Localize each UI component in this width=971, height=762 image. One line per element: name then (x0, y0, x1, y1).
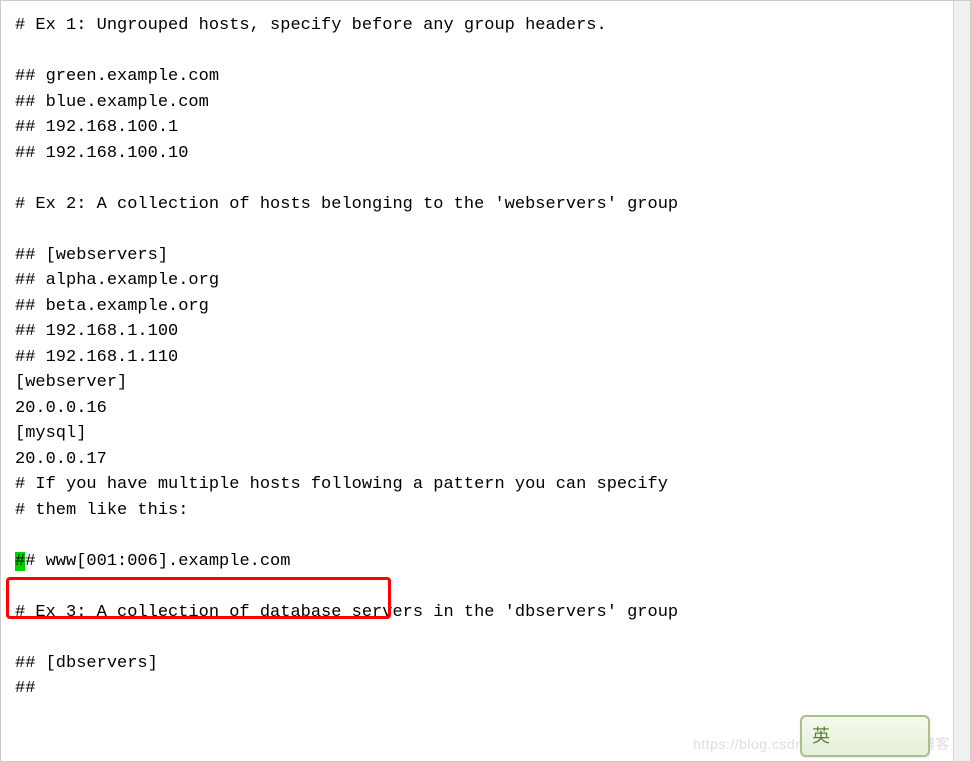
code-line: 20.0.0.17 (15, 450, 107, 469)
code-line: ## green.example.com (15, 67, 219, 86)
code-line: # Ex 1: Ungrouped hosts, specify before … (15, 16, 607, 35)
code-line: [webserver] (15, 373, 127, 392)
code-line: # www[001:006].example.com (25, 552, 290, 571)
code-line: ## [dbservers] (15, 654, 158, 673)
code-line: [mysql] (15, 424, 86, 443)
ime-mode-char: 英 (812, 723, 830, 750)
code-line: ## beta.example.org (15, 297, 209, 316)
code-line: ## blue.example.com (15, 93, 209, 112)
code-line: 20.0.0.16 (15, 399, 107, 418)
code-line: ## alpha.example.org (15, 271, 219, 290)
code-line: # Ex 3: A collection of database servers… (15, 603, 678, 622)
code-line: ## 192.168.1.110 (15, 348, 178, 367)
code-line: ## [webservers] (15, 246, 168, 265)
code-line: ## 192.168.100.1 (15, 118, 178, 137)
code-line: ## 192.168.100.10 (15, 144, 188, 163)
ime-indicator-badge[interactable]: 英 (800, 715, 930, 757)
cursor-highlight: # (15, 552, 25, 571)
code-line: ## 192.168.1.100 (15, 322, 178, 341)
code-line: ## (15, 679, 35, 698)
code-line: # Ex 2: A collection of hosts belonging … (15, 195, 678, 214)
vertical-scrollbar[interactable] (953, 1, 970, 761)
code-line: # them like this: (15, 501, 188, 520)
text-editor-viewport[interactable]: # Ex 1: Ungrouped hosts, specify before … (0, 0, 971, 762)
code-line: # If you have multiple hosts following a… (15, 475, 668, 494)
code-content[interactable]: # Ex 1: Ungrouped hosts, specify before … (15, 13, 956, 702)
